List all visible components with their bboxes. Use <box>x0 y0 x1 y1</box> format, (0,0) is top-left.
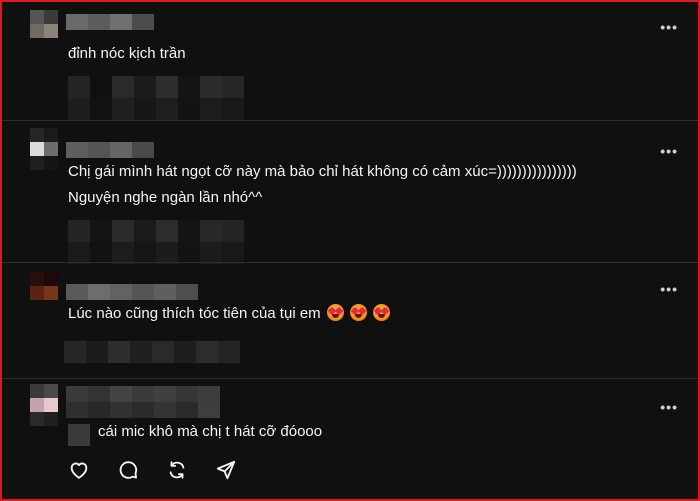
comment-text: Lúc nào cũng thích tóc tiên của tụi em <box>68 302 391 326</box>
comment-icon[interactable] <box>117 459 139 481</box>
divider <box>0 120 700 121</box>
heart-eyes-emoji-icon <box>373 304 391 321</box>
share-icon[interactable] <box>215 459 237 481</box>
divider <box>0 378 700 379</box>
comment-text-line-2: Nguyện nghe ngàn lần nhó^^ <box>68 189 263 206</box>
avatar[interactable] <box>30 384 58 426</box>
username-blurred[interactable] <box>66 386 220 402</box>
comment-text: đỉnh nóc kịch trần <box>68 45 186 62</box>
username-blurred[interactable] <box>66 284 198 300</box>
more-options-button[interactable]: ••• <box>660 400 678 414</box>
blurred-content <box>68 242 244 264</box>
avatar[interactable] <box>30 10 58 38</box>
divider <box>0 262 700 263</box>
blurred-content <box>68 76 244 98</box>
repost-icon[interactable] <box>166 459 188 481</box>
username-blurred[interactable] <box>66 402 220 418</box>
heart-eyes-emoji-icon <box>326 304 344 321</box>
blurred-content <box>64 341 240 363</box>
heart-eyes-emoji-icon <box>350 304 367 321</box>
more-options-button[interactable]: ••• <box>660 144 678 158</box>
blurred-content <box>68 220 244 242</box>
username-blurred[interactable] <box>66 14 154 30</box>
more-options-button[interactable]: ••• <box>660 20 678 34</box>
heart-icon[interactable] <box>68 459 90 481</box>
blurred-content <box>68 98 244 120</box>
avatar[interactable] <box>30 128 58 170</box>
more-options-button[interactable]: ••• <box>660 282 678 296</box>
avatar[interactable] <box>30 272 58 300</box>
action-bar <box>68 459 237 481</box>
username-blurred[interactable] <box>66 142 154 158</box>
comment-text-body: Lúc nào cũng thích tóc tiên của tụi em <box>68 305 321 322</box>
comment-text: cái mic khô mà chị t hát cỡ đóooo <box>98 423 323 440</box>
blurred-content <box>68 424 90 446</box>
comment-text-line-1: Chị gái mình hát ngọt cỡ này mà bảo chỉ … <box>68 163 577 180</box>
